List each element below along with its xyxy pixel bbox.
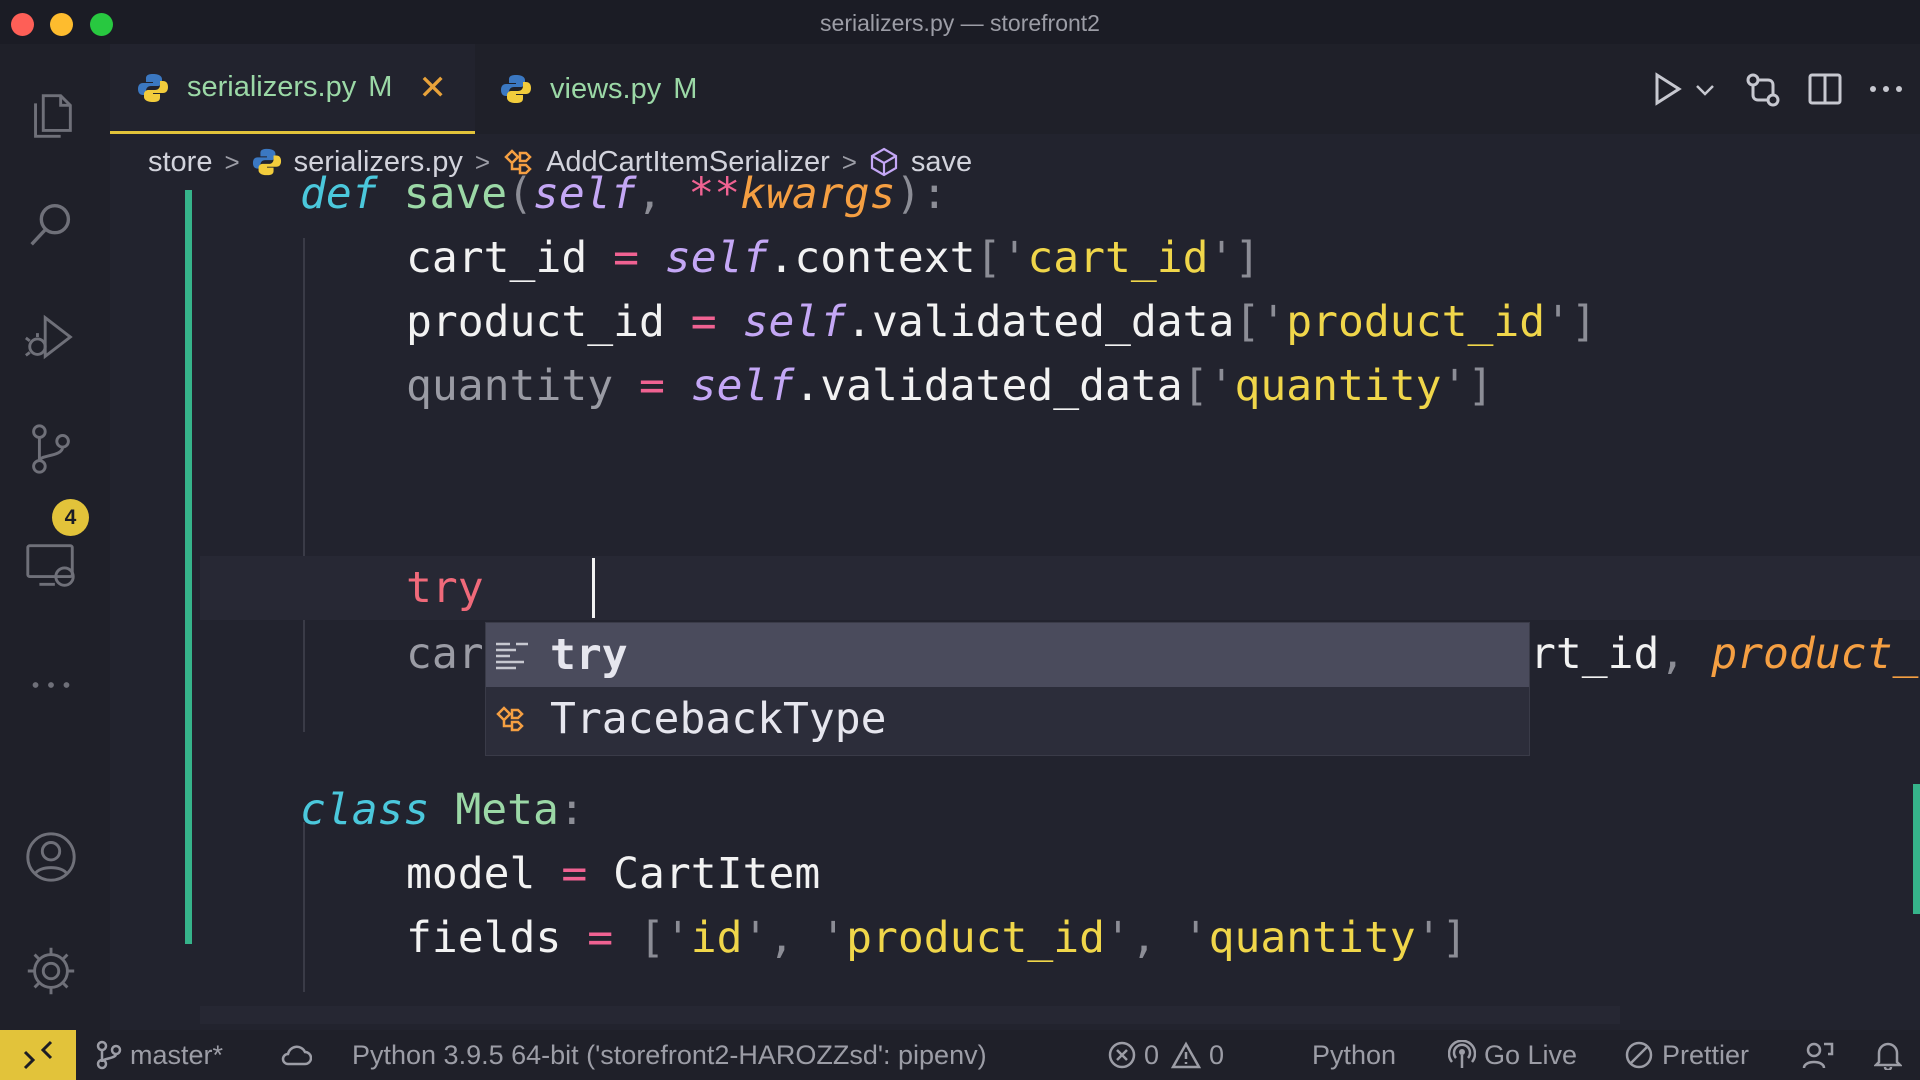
suggestion-widget: try TracebackType (485, 622, 1530, 756)
code-line-def: def save(self, **kwargs): (300, 169, 948, 219)
git-branch[interactable]: master* (96, 1030, 223, 1080)
more-actions-icon[interactable] (1868, 84, 1904, 94)
activity-bar: 4 (0, 44, 110, 1030)
title-bar: serializers.py — storefront2 (0, 0, 1920, 44)
close-icon[interactable]: ✕ (418, 71, 447, 105)
suggestion-item-tracebacktype[interactable]: TracebackType (486, 687, 1529, 751)
code-line-try: try (406, 563, 484, 613)
code-line-partial-tail: rt_id, product_ (1530, 629, 1919, 679)
code-line-quantity: quantity = self.validated_data['quantity… (406, 361, 1494, 411)
python-file-icon (501, 75, 531, 103)
branch-name: master* (130, 1039, 224, 1070)
tab-label: views.py (550, 72, 662, 105)
disabled-icon (1625, 1041, 1653, 1069)
remote-explorer-icon[interactable] (20, 534, 82, 596)
warning-icon (1171, 1041, 1202, 1069)
modified-indicator: M (673, 72, 698, 105)
code-line-fields: fields = ['id', 'product_id', 'quantity'… (406, 913, 1468, 963)
suggestion-label: try (550, 630, 628, 680)
code-line-class-meta: class Meta: (300, 785, 585, 835)
error-icon (1108, 1041, 1136, 1069)
suggestion-label: TracebackType (550, 694, 887, 744)
code-line-product-id: product_id = self.validated_data['produc… (406, 297, 1597, 347)
suggestion-item-try[interactable]: try (486, 623, 1529, 687)
run-debug-icon[interactable] (20, 306, 82, 368)
tab-views[interactable]: views.py M (500, 44, 697, 134)
language-mode[interactable]: Python (1312, 1030, 1396, 1080)
search-icon[interactable] (20, 194, 82, 256)
code-line-partial: car (406, 629, 484, 679)
snippet-icon (494, 640, 538, 670)
bell-icon[interactable] (1874, 1030, 1910, 1080)
sync-icon[interactable] (280, 1030, 320, 1080)
source-control-badge: 4 (52, 499, 89, 536)
broadcast-icon (1448, 1040, 1476, 1068)
code-line-cart-id: cart_id = self.context['cart_id'] (406, 233, 1261, 283)
split-editor-icon[interactable] (1807, 72, 1843, 106)
remote-indicator-icon[interactable] (0, 1030, 76, 1080)
text-cursor (592, 558, 595, 618)
gear-icon[interactable] (20, 940, 82, 1002)
prettier-button[interactable]: Prettier (1624, 1030, 1749, 1080)
modified-indicator: M (368, 71, 393, 103)
feedback-icon[interactable] (1802, 1030, 1842, 1080)
window-title: serializers.py — storefront2 (820, 10, 1100, 36)
source-control-icon[interactable] (20, 418, 82, 480)
compare-changes-icon[interactable] (1745, 72, 1781, 108)
problems-indicator[interactable]: 0 0 (1108, 1030, 1224, 1080)
code-text[interactable]: def save(self, **kwargs): cart_id = self… (110, 44, 1918, 1030)
scrollbar-change-marker (1913, 784, 1920, 914)
explorer-icon[interactable] (20, 84, 82, 146)
account-icon[interactable] (20, 826, 82, 888)
python-file-icon (252, 147, 282, 177)
tab-bar: serializers.py M ✕ views.py M (110, 44, 1920, 134)
error-count: 0 (1144, 1039, 1160, 1070)
chevron-right-icon: > (224, 146, 240, 177)
prettier-label: Prettier (1662, 1039, 1750, 1070)
chevron-down-icon[interactable] (1695, 84, 1715, 96)
branch-icon (96, 1040, 122, 1070)
go-live-button[interactable]: Go Live (1448, 1030, 1577, 1080)
go-live-label: Go Live (1484, 1039, 1578, 1070)
run-icon[interactable] (1653, 72, 1683, 106)
horizontal-scrollbar[interactable] (200, 1006, 1620, 1024)
indent-guide (303, 238, 305, 732)
indent-guide (303, 822, 305, 992)
class-icon (494, 704, 538, 734)
code-line-model: model = CartItem (406, 849, 821, 899)
warning-count: 0 (1209, 1039, 1225, 1070)
python-interpreter[interactable]: Python 3.9.5 64-bit ('storefront2-HAROZZ… (352, 1030, 987, 1080)
more-icon[interactable] (20, 654, 82, 716)
editor-area: serializers.py M ✕ views.py M store > se… (110, 44, 1920, 1030)
status-bar: master* Python 3.9.5 64-bit ('storefront… (0, 1030, 1920, 1080)
